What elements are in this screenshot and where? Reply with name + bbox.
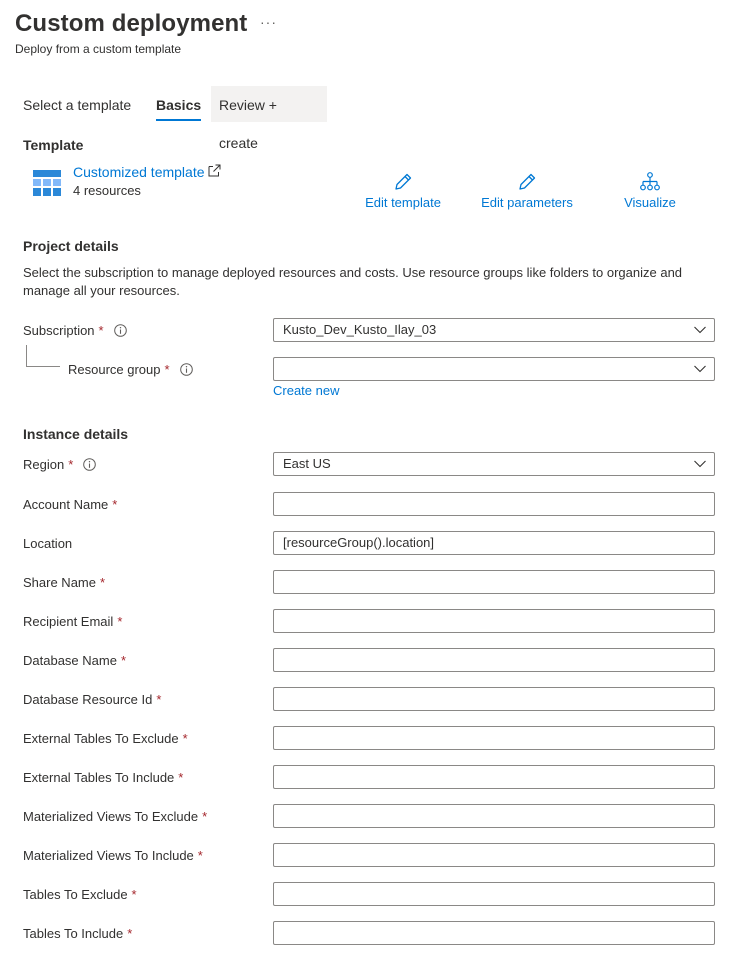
external-tables-to-include-input[interactable] <box>273 765 715 789</box>
resource-group-dropdown[interactable] <box>273 357 715 381</box>
tab-basics[interactable]: Basics <box>148 86 209 122</box>
visualize-label: Visualize <box>624 195 676 210</box>
external-tables-to-exclude-label-text: External Tables To Exclude <box>23 731 179 746</box>
external-tables-to-exclude-label: External Tables To Exclude * <box>23 731 188 746</box>
chevron-down-icon <box>694 326 706 334</box>
edit-template-button[interactable]: Edit template <box>363 172 443 210</box>
external-link-icon <box>208 164 221 177</box>
chevron-down-icon <box>694 460 706 468</box>
required-marker: * <box>131 887 137 902</box>
tree-connector <box>26 345 60 367</box>
resource-group-label: Resource group * <box>68 362 193 377</box>
edit-parameters-label: Edit parameters <box>481 195 573 210</box>
edit-template-label: Edit template <box>365 195 441 210</box>
database-resource-id-input[interactable] <box>273 687 715 711</box>
tables-to-include-label-text: Tables To Include <box>23 926 124 941</box>
pencil-icon <box>395 173 412 190</box>
required-marker: * <box>202 809 208 824</box>
region-label: Region * <box>23 457 97 472</box>
tables-to-include-input[interactable] <box>273 921 715 945</box>
account-name-label-text: Account Name <box>23 497 109 512</box>
share-name-label: Share Name * <box>23 575 105 590</box>
visualize-button[interactable]: Visualize <box>620 172 680 210</box>
recipient-email-label: Recipient Email * <box>23 614 122 629</box>
tables-to-exclude-label: Tables To Exclude * <box>23 887 137 902</box>
subscription-label: Subscription * <box>23 323 127 338</box>
database-resource-id-label: Database Resource Id * <box>23 692 161 707</box>
region-dropdown[interactable]: East US <box>273 452 715 476</box>
account-name-label: Account Name * <box>23 497 117 512</box>
required-marker: * <box>197 848 203 863</box>
subscription-dropdown[interactable]: Kusto_Dev_Kusto_Ilay_03 <box>273 318 715 342</box>
more-options-button[interactable]: ··· <box>260 14 278 34</box>
resource-group-label-text: Resource group <box>68 362 161 377</box>
database-name-label-text: Database Name <box>23 653 117 668</box>
page-subtitle: Deploy from a custom template <box>15 42 182 56</box>
template-grid-icon <box>33 170 61 196</box>
materialized-views-to-include-input[interactable] <box>273 843 715 867</box>
region-value: East US <box>283 456 331 471</box>
materialized-views-to-include-label: Materialized Views To Include * <box>23 848 203 863</box>
page-title: Custom deployment <box>15 10 248 37</box>
materialized-views-to-exclude-label-text: Materialized Views To Exclude <box>23 809 199 824</box>
edit-parameters-button[interactable]: Edit parameters <box>478 172 576 210</box>
location-value: [resourceGroup().location] <box>283 535 435 550</box>
tab-select-template[interactable]: Select a template <box>15 86 139 122</box>
recipient-email-input[interactable] <box>273 609 715 633</box>
required-marker: * <box>120 653 127 668</box>
external-tables-to-include-label-text: External Tables To Include <box>23 770 175 785</box>
subscription-label-text: Subscription <box>23 323 95 338</box>
required-marker: * <box>178 770 184 785</box>
account-name-input[interactable] <box>273 492 715 516</box>
required-marker: * <box>117 614 123 629</box>
tables-to-exclude-input[interactable] <box>273 882 715 906</box>
external-tables-to-exclude-input[interactable] <box>273 726 715 750</box>
required-marker: * <box>98 323 104 338</box>
info-icon[interactable] <box>179 363 193 376</box>
share-name-label-text: Share Name <box>23 575 96 590</box>
recipient-email-label-text: Recipient Email <box>23 614 114 629</box>
tab-review-create[interactable]: Review + create <box>211 86 327 151</box>
required-marker: * <box>68 457 74 472</box>
instance-details-title: Instance details <box>23 426 129 442</box>
info-icon[interactable] <box>113 324 127 337</box>
materialized-views-to-include-label-text: Materialized Views To Include <box>23 848 194 863</box>
required-marker: * <box>112 497 118 512</box>
required-marker: * <box>156 692 162 707</box>
hierarchy-icon <box>640 172 660 191</box>
database-resource-id-label-text: Database Resource Id <box>23 692 153 707</box>
location-label-text: Location <box>23 536 73 551</box>
required-marker: * <box>127 926 133 941</box>
required-marker: * <box>182 731 188 746</box>
tables-to-exclude-label-text: Tables To Exclude <box>23 887 128 902</box>
project-details-description: Select the subscription to manage deploy… <box>23 265 683 298</box>
info-icon[interactable] <box>83 458 97 471</box>
tables-to-include-label: Tables To Include * <box>23 926 132 941</box>
location-label: Location <box>23 536 72 551</box>
external-tables-to-include-label: External Tables To Include * <box>23 770 183 785</box>
subscription-value: Kusto_Dev_Kusto_Ilay_03 <box>283 322 437 337</box>
share-name-input[interactable] <box>273 570 715 594</box>
database-name-label: Database Name * <box>23 653 126 668</box>
pencil-icon <box>519 173 536 190</box>
project-details-title: Project details <box>23 238 119 254</box>
create-new-link[interactable]: Create new <box>273 383 339 398</box>
region-label-text: Region <box>23 457 65 472</box>
customized-template-link[interactable]: Customized template <box>73 164 205 180</box>
materialized-views-to-exclude-input[interactable] <box>273 804 715 828</box>
template-section-title: Template <box>23 137 84 153</box>
template-resource-count: 4 resources <box>73 183 141 198</box>
location-input[interactable]: [resourceGroup().location] <box>273 531 715 555</box>
required-marker: * <box>99 575 106 590</box>
database-name-input[interactable] <box>273 648 715 672</box>
required-marker: * <box>164 362 170 377</box>
chevron-down-icon <box>694 365 706 373</box>
materialized-views-to-exclude-label: Materialized Views To Exclude * <box>23 809 207 824</box>
